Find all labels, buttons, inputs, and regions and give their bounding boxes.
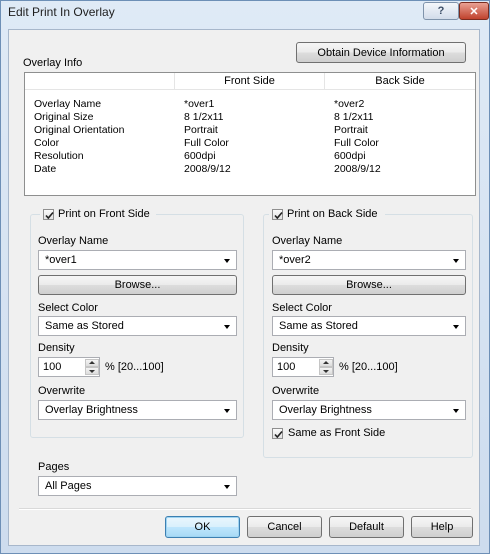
ok-button[interactable]: OK bbox=[165, 516, 240, 538]
same-as-front-side-label: Same as Front Side bbox=[288, 427, 386, 439]
title-bar[interactable]: Edit Print In Overlay ? ✕ bbox=[1, 1, 489, 23]
back-select-color-label: Select Color bbox=[272, 302, 332, 314]
back-density-up-button[interactable] bbox=[319, 359, 333, 367]
back-overwrite-label: Overwrite bbox=[272, 385, 320, 397]
front-overlay-name-label: Overlay Name bbox=[38, 235, 109, 247]
table-cell-name: Color bbox=[34, 137, 60, 149]
table-cell-name: Original Size bbox=[34, 111, 94, 123]
table-cell-name: Resolution bbox=[34, 150, 84, 162]
back-density-label: Density bbox=[272, 342, 309, 354]
window-title: Edit Print In Overlay bbox=[8, 5, 115, 19]
chevron-down-icon bbox=[453, 409, 459, 413]
front-overwrite-value: Overlay Brightness bbox=[45, 404, 138, 416]
front-density-stepper[interactable]: 100 bbox=[38, 357, 100, 377]
chevron-down-icon bbox=[224, 409, 230, 413]
front-density-label: Density bbox=[38, 342, 75, 354]
chevron-down-icon bbox=[453, 259, 459, 263]
back-overwrite-value: Overlay Brightness bbox=[279, 404, 372, 416]
help-icon: ? bbox=[437, 5, 445, 17]
close-icon: ✕ bbox=[469, 5, 479, 18]
pages-label: Pages bbox=[38, 461, 70, 473]
back-density-range: % [20...100] bbox=[339, 361, 398, 373]
table-cell-back: 2008/9/12 bbox=[334, 163, 381, 175]
back-browse-button[interactable]: Browse... bbox=[272, 275, 466, 295]
same-as-front-side-checkbox[interactable] bbox=[272, 428, 283, 439]
arrow-down-icon bbox=[323, 370, 329, 373]
table-cell-back: Portrait bbox=[334, 124, 368, 136]
help-button[interactable]: Help bbox=[411, 516, 473, 538]
front-overlay-name-value: *over1 bbox=[45, 254, 77, 266]
front-overlay-name-dropdown[interactable]: *over1 bbox=[38, 250, 237, 270]
front-density-up-button[interactable] bbox=[85, 359, 99, 367]
table-cell-name: Overlay Name bbox=[34, 98, 102, 110]
table-cell-name: Date bbox=[34, 163, 57, 175]
arrow-up-icon bbox=[323, 361, 329, 364]
table-cell-back: Full Color bbox=[334, 137, 379, 149]
table-cell-front: 8 1/2x11 bbox=[184, 111, 224, 123]
table-cell-front: *over1 bbox=[184, 98, 215, 110]
table-cell-front: Portrait bbox=[184, 124, 218, 136]
dialog-client: Overlay Info Obtain Device Information F… bbox=[8, 29, 480, 546]
print-on-back-side-label: Print on Back Side bbox=[287, 208, 378, 220]
back-checkbox-row[interactable]: Print on Back Side bbox=[269, 207, 385, 221]
overlay-info-label: Overlay Info bbox=[23, 57, 83, 69]
help-title-button[interactable]: ? bbox=[423, 2, 459, 20]
chevron-down-icon bbox=[224, 259, 230, 263]
front-select-color-value: Same as Stored bbox=[45, 320, 124, 332]
cancel-button[interactable]: Cancel bbox=[247, 516, 322, 538]
table-cell-back: *over2 bbox=[334, 98, 365, 110]
table-cell-back: 600dpi bbox=[334, 150, 366, 162]
table-cell-front: 600dpi bbox=[184, 150, 216, 162]
back-overlay-name-label: Overlay Name bbox=[272, 235, 343, 247]
chevron-down-icon bbox=[453, 325, 459, 329]
back-select-color-dropdown[interactable]: Same as Stored bbox=[272, 316, 466, 336]
overlay-info-table: Front Side Back Side Overlay Name *over1 *… bbox=[24, 72, 476, 196]
check-icon bbox=[45, 211, 54, 220]
chevron-down-icon bbox=[224, 325, 230, 329]
front-overwrite-dropdown[interactable]: Overlay Brightness bbox=[38, 400, 237, 420]
front-density-range: % [20...100] bbox=[105, 361, 164, 373]
table-cell-front: Full Color bbox=[184, 137, 229, 149]
arrow-up-icon bbox=[89, 361, 95, 364]
table-cell-front: 2008/9/12 bbox=[184, 163, 231, 175]
front-select-color-label: Select Color bbox=[38, 302, 98, 314]
back-overwrite-dropdown[interactable]: Overlay Brightness bbox=[272, 400, 466, 420]
front-density-value: 100 bbox=[43, 361, 62, 373]
back-density-value: 100 bbox=[277, 361, 296, 373]
front-checkbox-row[interactable]: Print on Front Side bbox=[40, 207, 156, 221]
table-header-front-side: Front Side bbox=[175, 73, 325, 90]
back-select-color-value: Same as Stored bbox=[279, 320, 358, 332]
back-overlay-name-value: *over2 bbox=[279, 254, 311, 266]
table-cell-back: 8 1/2x11 bbox=[334, 111, 374, 123]
obtain-device-information-button[interactable]: Obtain Device Information bbox=[296, 42, 466, 63]
arrow-down-icon bbox=[89, 370, 95, 373]
front-select-color-dropdown[interactable]: Same as Stored bbox=[38, 316, 237, 336]
print-on-front-side-checkbox[interactable] bbox=[43, 209, 54, 220]
back-density-stepper[interactable]: 100 bbox=[272, 357, 334, 377]
print-on-back-side-checkbox[interactable] bbox=[272, 209, 283, 220]
close-button[interactable]: ✕ bbox=[459, 2, 489, 20]
default-button[interactable]: Default bbox=[329, 516, 404, 538]
footer-separator bbox=[19, 508, 471, 510]
back-density-down-button[interactable] bbox=[319, 367, 333, 375]
table-header-blank bbox=[25, 73, 175, 90]
front-density-down-button[interactable] bbox=[85, 367, 99, 375]
back-overlay-name-dropdown[interactable]: *over2 bbox=[272, 250, 466, 270]
check-icon bbox=[274, 211, 283, 220]
front-overwrite-label: Overwrite bbox=[38, 385, 86, 397]
print-on-front-side-label: Print on Front Side bbox=[58, 208, 150, 220]
pages-dropdown[interactable]: All Pages bbox=[38, 476, 237, 496]
chevron-down-icon bbox=[224, 485, 230, 489]
check-icon bbox=[274, 430, 283, 439]
table-header-back-side: Back Side bbox=[325, 73, 475, 90]
pages-value: All Pages bbox=[45, 480, 92, 492]
table-cell-name: Original Orientation bbox=[34, 124, 125, 136]
same-as-front-row[interactable]: Same as Front Side bbox=[272, 427, 402, 441]
front-browse-button[interactable]: Browse... bbox=[38, 275, 237, 295]
